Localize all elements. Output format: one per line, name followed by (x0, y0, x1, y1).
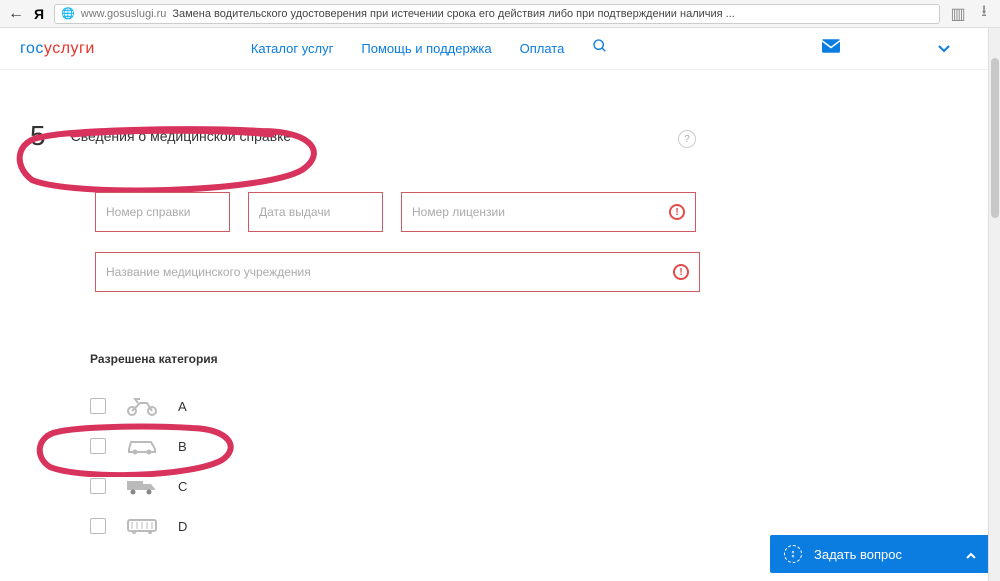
truck-icon (124, 477, 160, 495)
url-bar[interactable]: 🌐 www.gosuslugi.ru Замена водительского … (54, 4, 940, 24)
site-header: госуслуги Каталог услуг Помощь и поддерж… (0, 28, 1000, 70)
url-domain: www.gosuslugi.ru (81, 8, 167, 20)
nav-help[interactable]: Помощь и поддержка (361, 41, 491, 56)
checkbox-d[interactable] (90, 518, 106, 534)
category-row-c: C (90, 466, 980, 506)
nav-payment[interactable]: Оплата (520, 41, 565, 56)
issue-date-input[interactable] (259, 205, 414, 219)
category-row-a: A (90, 386, 980, 426)
cert-number-input[interactable] (106, 205, 261, 219)
url-title: Замена водительского удостоверения при и… (172, 8, 734, 20)
search-icon[interactable] (592, 38, 608, 59)
help-icon[interactable]: ? (678, 130, 696, 148)
face-icon: ⦂ (784, 545, 802, 563)
categories-list: A B C D (90, 386, 980, 546)
category-label-a: A (178, 399, 208, 414)
error-icon: ! (673, 264, 689, 280)
gosuslugi-logo[interactable]: госуслуги (20, 40, 95, 58)
vertical-scrollbar[interactable] (988, 28, 1000, 581)
motorcycle-icon (124, 396, 160, 416)
license-number-input[interactable] (412, 205, 669, 219)
form-row-1: ! ! ! (95, 192, 980, 232)
step-title: Сведения о медицинской справке (71, 128, 292, 144)
chevron-up-icon (966, 547, 976, 562)
checkbox-c[interactable] (90, 478, 106, 494)
issue-date-field[interactable]: ! (248, 192, 383, 232)
main-content: 5 Сведения о медицинской справке ? ! ! !… (0, 70, 1000, 546)
checkbox-a[interactable] (90, 398, 106, 414)
nav-catalog[interactable]: Каталог услуг (251, 41, 334, 56)
scrollbar-thumb[interactable] (991, 58, 999, 218)
form-row-2: ! (95, 232, 980, 292)
institution-input[interactable] (106, 265, 673, 279)
car-icon (124, 437, 160, 455)
step-header: 5 Сведения о медицинской справке (30, 120, 980, 152)
step-number: 5 (30, 120, 46, 152)
ask-question-button[interactable]: ⦂ Задать вопрос (770, 535, 990, 573)
institution-field[interactable]: ! (95, 252, 700, 292)
bus-icon (124, 517, 160, 535)
category-row-b: B (90, 426, 980, 466)
bookmark-icon[interactable]: ▥ (950, 6, 966, 22)
globe-icon: 🌐 (61, 7, 75, 20)
download-icon[interactable]: ⭳ (976, 6, 992, 22)
cert-number-field[interactable]: ! (95, 192, 230, 232)
license-number-field[interactable]: ! (401, 192, 696, 232)
mail-icon[interactable] (822, 39, 840, 58)
category-label-d: D (178, 519, 208, 534)
ask-button-label: Задать вопрос (814, 547, 902, 562)
checkbox-b[interactable] (90, 438, 106, 454)
category-label-c: C (178, 479, 208, 494)
chevron-down-icon[interactable] (938, 40, 950, 58)
browser-address-bar: ← Я 🌐 www.gosuslugi.ru Замена водительск… (0, 0, 1000, 28)
yandex-logo[interactable]: Я (34, 6, 44, 22)
error-icon: ! (669, 204, 685, 220)
category-label-b: B (178, 439, 208, 454)
browser-back-icon[interactable]: ← (8, 5, 24, 23)
categories-label: Разрешена категория (90, 352, 980, 366)
